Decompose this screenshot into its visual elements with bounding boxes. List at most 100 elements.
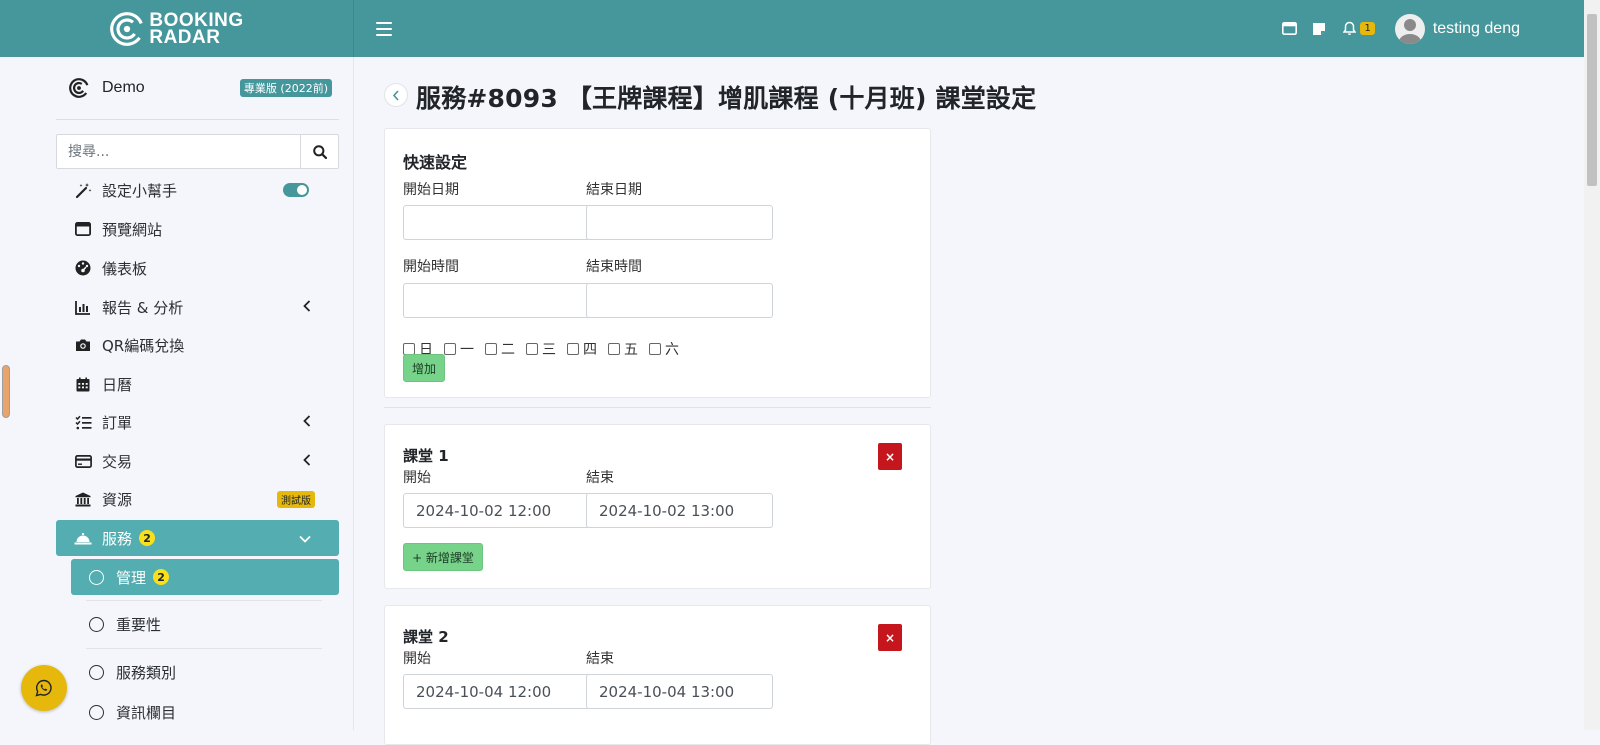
whatsapp-chat-button[interactable] xyxy=(21,665,67,711)
end-date-input[interactable] xyxy=(586,205,773,240)
sidebar-subitem-info-sections[interactable]: 資訊欄目 xyxy=(71,694,339,730)
beta-badge: 測試版 xyxy=(277,490,315,508)
sidebar-item-services[interactable]: 服務 2 xyxy=(56,520,339,556)
sidebar-subitem-manage[interactable]: 管理 2 xyxy=(71,559,339,595)
browser-window-icon[interactable] xyxy=(1281,21,1297,37)
add-button[interactable]: 增加 xyxy=(403,354,445,382)
chevron-down-icon xyxy=(299,529,311,547)
dashboard-gauge-icon xyxy=(74,259,92,277)
day-checkbox-sat[interactable]: 六 xyxy=(649,339,679,359)
setup-wizard-toggle[interactable] xyxy=(283,183,309,197)
session-start-input[interactable]: 2024-10-04 12:00 xyxy=(403,674,590,709)
scrollbar-thumb[interactable] xyxy=(1587,14,1597,186)
chevron-left-icon xyxy=(303,452,311,470)
sidebar-search xyxy=(56,134,339,169)
sidebar-item-orders[interactable]: 訂單 xyxy=(56,404,339,440)
main-content: 服務#8093 【王牌課程】增肌課程 (十月班) 課堂設定 快速設定 開始日期 … xyxy=(355,57,1584,745)
chevron-left-icon xyxy=(303,413,311,431)
sidebar-item-calendar[interactable]: 日曆 xyxy=(56,366,339,402)
start-time-input[interactable] xyxy=(403,283,590,318)
brand-line-2: RADAR xyxy=(149,26,221,48)
credit-card-icon xyxy=(74,452,92,470)
sidebar-item-dashboard[interactable]: 儀表板 xyxy=(56,250,339,286)
hamburger-icon xyxy=(376,21,392,24)
search-button[interactable] xyxy=(300,135,338,168)
delete-session-button[interactable]: × xyxy=(878,624,902,651)
sidebar-item-label: 日曆 xyxy=(102,375,133,394)
day-checkbox-thu[interactable]: 四 xyxy=(567,339,597,359)
calendar-icon xyxy=(74,375,92,393)
circle-icon xyxy=(89,616,104,632)
bar-chart-icon xyxy=(74,298,92,316)
sidebar-item-qr-redeem[interactable]: QR編碼兌換 xyxy=(56,327,339,363)
delete-session-button[interactable]: × xyxy=(878,443,902,470)
back-button[interactable] xyxy=(384,83,408,107)
session-end-input[interactable]: 2024-10-02 13:00 xyxy=(586,493,773,528)
sidebar-item-label: 交易 xyxy=(102,452,133,471)
circle-icon xyxy=(89,704,104,720)
sidebar-item-label: 儀表板 xyxy=(102,259,148,278)
sidebar-subitem-label: 服務類別 xyxy=(116,663,177,682)
notification-count-badge: 1 xyxy=(1360,22,1375,35)
search-icon xyxy=(312,144,327,159)
sidebar-item-transactions[interactable]: 交易 xyxy=(56,443,339,479)
sidebar-item-resources[interactable]: 資源 測試版 xyxy=(56,481,339,517)
sidebar-subitem-label: 資訊欄目 xyxy=(116,703,177,722)
day-checkbox-wed[interactable]: 三 xyxy=(526,339,556,359)
tenant-switcher[interactable]: Demo 專業版 (2022前) xyxy=(68,77,332,99)
sidebar-subitem-service-categories[interactable]: 服務類別 xyxy=(71,654,339,690)
search-input[interactable] xyxy=(57,135,300,168)
sidebar-item-preview-site[interactable]: 預覽網站 xyxy=(56,211,339,247)
page-scrollbar[interactable] xyxy=(1584,0,1600,730)
sidebar: Demo 專業版 (2022前) 設定小幫手 預覽網站 儀表板 報告 & 分析 … xyxy=(0,57,354,730)
notification-bell-icon[interactable] xyxy=(1341,21,1357,37)
camera-icon xyxy=(74,336,92,354)
plan-badge: 專業版 (2022前) xyxy=(239,79,332,97)
brand-name: BOOKING RADAR xyxy=(149,11,243,48)
sidebar-item-label: 訂單 xyxy=(102,413,133,432)
side-drag-handle[interactable] xyxy=(2,365,10,418)
header-actions: 1 testing deng xyxy=(1267,13,1520,44)
sidebar-item-label: 資源 xyxy=(102,490,133,509)
browser-window-icon xyxy=(74,220,92,238)
chevron-left-icon xyxy=(303,298,311,316)
end-time-input[interactable] xyxy=(586,283,773,318)
session-card: 課堂 2 × 開始 結束 2024-10-04 12:00 2024-10-04… xyxy=(384,605,931,745)
quick-settings-card: 快速設定 開始日期 結束日期 開始時間 結束時間 日 一 二 三 四 五 六 增… xyxy=(384,128,931,398)
sidebar-divider xyxy=(56,119,339,120)
bank-icon xyxy=(74,490,92,508)
checklist-icon xyxy=(74,413,92,431)
day-checkbox-fri[interactable]: 五 xyxy=(608,339,638,359)
session-end-input[interactable]: 2024-10-04 13:00 xyxy=(586,674,773,709)
session-title: 課堂 2 xyxy=(403,628,449,646)
top-header: BOOKING RADAR 1 testing deng xyxy=(0,0,1584,57)
session-end-label: 結束 xyxy=(586,470,614,486)
tenant-name: Demo xyxy=(102,79,145,96)
sidebar-item-setup-wizard[interactable]: 設定小幫手 xyxy=(56,172,339,208)
day-checkbox-tue[interactable]: 二 xyxy=(485,339,515,359)
user-avatar[interactable] xyxy=(1394,13,1425,44)
sidebar-item-label: 報告 & 分析 xyxy=(102,298,184,317)
sidebar-item-reports[interactable]: 報告 & 分析 xyxy=(56,289,339,325)
weekday-checkboxes: 日 一 二 三 四 五 六 xyxy=(403,339,690,359)
sidebar-subitem-label: 管理 xyxy=(116,568,147,587)
session-start-input[interactable]: 2024-10-02 12:00 xyxy=(403,493,590,528)
session-card: 課堂 1 × 開始 結束 2024-10-02 12:00 2024-10-02… xyxy=(384,424,931,589)
add-session-button[interactable]: + 新增課堂 xyxy=(403,543,483,571)
circle-icon xyxy=(89,664,104,680)
sidebar-item-label: QR編碼兌換 xyxy=(102,336,185,355)
section-divider xyxy=(384,407,931,408)
day-checkbox-mon[interactable]: 一 xyxy=(444,339,474,359)
sidebar-subitem-divider xyxy=(86,648,322,649)
session-start-label: 開始 xyxy=(403,470,431,486)
session-end-label: 結束 xyxy=(586,651,614,667)
sticky-note-icon[interactable] xyxy=(1311,21,1327,37)
user-name[interactable]: testing deng xyxy=(1433,20,1520,38)
sidebar-item-label: 設定小幫手 xyxy=(102,181,178,200)
sidebar-subitem-importance[interactable]: 重要性 xyxy=(71,606,339,642)
start-date-label: 開始日期 xyxy=(403,182,459,198)
tenant-logo-icon xyxy=(69,78,89,98)
start-date-input[interactable] xyxy=(403,205,590,240)
menu-toggle-button[interactable] xyxy=(376,21,392,36)
brand-logo[interactable]: BOOKING RADAR xyxy=(0,0,354,57)
